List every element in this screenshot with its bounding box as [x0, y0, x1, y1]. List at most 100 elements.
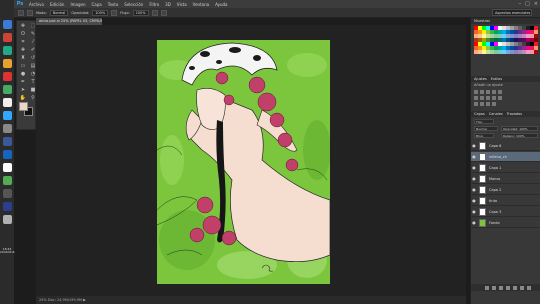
layer-row[interactable]: ● Manos	[471, 174, 540, 184]
lasso-tool-icon[interactable]: ʘ	[19, 31, 27, 38]
visibility-eye-icon[interactable]: ●	[471, 143, 477, 148]
swatch-cell[interactable]	[534, 50, 538, 54]
layer-row[interactable]: ● relleno_ch	[471, 152, 540, 162]
tab-ajustes[interactable]: Ajustes	[474, 76, 487, 82]
levels-icon[interactable]	[480, 90, 484, 94]
visibility-eye-icon[interactable]: ●	[471, 187, 477, 192]
flow-input[interactable]: 100%	[132, 9, 149, 16]
menu-filtro[interactable]: Filtro	[146, 2, 162, 7]
crop-tool-icon[interactable]: ⌗	[19, 39, 27, 46]
pressure-size-icon[interactable]	[160, 9, 167, 16]
brush-preset-icon[interactable]	[18, 9, 24, 16]
tab-estilos[interactable]: Estilos	[491, 76, 502, 82]
photo-filter-icon[interactable]	[492, 96, 496, 100]
menu-ventana[interactable]: Ventana	[190, 2, 212, 7]
brush-panel-icon[interactable]	[27, 9, 33, 16]
hue-icon[interactable]	[474, 96, 478, 100]
gradient-map-icon[interactable]	[492, 102, 496, 106]
folder-icon[interactable]	[2, 59, 12, 68]
app-icon[interactable]	[2, 85, 12, 94]
app-icon[interactable]	[2, 163, 12, 172]
layer-row[interactable]: ● Capa 6	[471, 141, 540, 151]
pen-tool-icon[interactable]: ✒	[19, 79, 27, 86]
link-icon[interactable]	[485, 285, 489, 290]
app-icon[interactable]	[2, 176, 12, 185]
vibrance-icon[interactable]	[498, 90, 502, 94]
layer-row[interactable]: ● Fondo	[471, 218, 540, 228]
color-swatches[interactable]	[19, 102, 33, 116]
mask-icon[interactable]	[499, 285, 503, 290]
taskbar-clock[interactable]: 18:44 22/04/2016	[0, 247, 14, 255]
app-icon[interactable]	[2, 46, 12, 55]
bw-icon[interactable]	[486, 96, 490, 100]
layer-fill[interactable]: Relleno: 100%	[501, 133, 538, 138]
opacity-input[interactable]: 100%	[92, 9, 109, 16]
posterize-icon[interactable]	[480, 102, 484, 106]
app-icon[interactable]	[2, 215, 12, 224]
pressure-opacity-icon[interactable]	[111, 9, 118, 16]
minimize-icon[interactable]: –	[519, 1, 522, 7]
layer-opacity[interactable]: Opacidad: 100%	[501, 126, 538, 131]
blur-tool-icon[interactable]: ●	[19, 71, 27, 78]
tab-capas[interactable]: Capas	[474, 111, 485, 117]
visibility-eye-icon[interactable]: ●	[471, 176, 477, 181]
menu-archivo[interactable]: Archivo	[26, 2, 47, 7]
path-select-tool-icon[interactable]: ➤	[19, 87, 27, 94]
layer-row[interactable]: ● tinta	[471, 196, 540, 206]
photoshop-icon[interactable]	[2, 111, 12, 120]
workspace-select[interactable]: Aspectos esenciales	[492, 9, 532, 16]
app-icon[interactable]	[2, 189, 12, 198]
trash-icon[interactable]	[527, 285, 531, 290]
maximize-icon[interactable]: □	[525, 1, 530, 7]
swatches-grid[interactable]	[474, 26, 538, 54]
airbrush-icon[interactable]	[151, 9, 158, 16]
layer-blend-mode[interactable]: Normal	[474, 126, 498, 131]
app-icon[interactable]	[2, 33, 12, 42]
document-tab[interactable]: alicia.psd al 25% (PAPEL 03, CMYK/8) ×	[36, 18, 102, 25]
menu-edicion[interactable]: Edición	[47, 2, 67, 7]
hand-tool-icon[interactable]: ✋	[19, 95, 27, 102]
app-icon[interactable]	[2, 202, 12, 211]
tab-muestras[interactable]: Muestras	[474, 18, 490, 24]
brightness-icon[interactable]	[474, 90, 478, 94]
threshold-icon[interactable]	[486, 102, 490, 106]
app-icon[interactable]	[2, 124, 12, 133]
visibility-eye-icon[interactable]: ●	[471, 165, 477, 170]
eraser-tool-icon[interactable]: ▭	[19, 63, 27, 70]
layer-row[interactable]: ● Capa 1	[471, 163, 540, 173]
layer-row[interactable]: ● Capa 3	[471, 207, 540, 217]
start-icon[interactable]	[2, 20, 12, 29]
app-icon[interactable]	[2, 98, 12, 107]
curves-icon[interactable]	[486, 90, 490, 94]
layer-kind-filter[interactable]: Tipo	[474, 119, 494, 124]
foreground-color-swatch[interactable]	[19, 102, 28, 111]
tab-canales[interactable]: Canales	[489, 111, 503, 117]
menu-capa[interactable]: Capa	[89, 2, 105, 7]
menu-seleccion[interactable]: Selección	[121, 2, 146, 7]
app-icon[interactable]	[2, 72, 12, 81]
app-icon[interactable]	[2, 150, 12, 159]
fx-icon[interactable]	[492, 285, 496, 290]
visibility-eye-icon[interactable]: ●	[471, 198, 477, 203]
artwork-canvas[interactable]	[157, 40, 330, 284]
color-balance-icon[interactable]	[480, 96, 484, 100]
menu-imagen[interactable]: Imagen	[67, 2, 88, 7]
layer-lock[interactable]: Bloq:	[474, 133, 494, 138]
move-tool-icon[interactable]: ✥	[19, 23, 27, 30]
healing-tool-icon[interactable]: ✚	[19, 47, 27, 54]
exposure-icon[interactable]	[492, 90, 496, 94]
new-layer-icon[interactable]	[520, 285, 524, 290]
layer-row[interactable]: ● Capa 2	[471, 185, 540, 195]
visibility-eye-icon[interactable]: ●	[471, 209, 477, 214]
menu-ayuda[interactable]: Ayuda	[212, 2, 230, 7]
visibility-eye-icon[interactable]: ●	[471, 220, 477, 225]
menu-texto[interactable]: Texto	[105, 2, 122, 7]
menu-3d[interactable]: 3D	[162, 2, 174, 7]
channel-mixer-icon[interactable]	[498, 96, 502, 100]
menu-vista[interactable]: Vista	[174, 2, 190, 7]
close-icon[interactable]: ×	[534, 1, 538, 7]
visibility-eye-icon[interactable]: ●	[471, 154, 477, 159]
invert-icon[interactable]	[474, 102, 478, 106]
app-icon[interactable]	[2, 137, 12, 146]
tab-trazados[interactable]: Trazados	[507, 111, 522, 117]
